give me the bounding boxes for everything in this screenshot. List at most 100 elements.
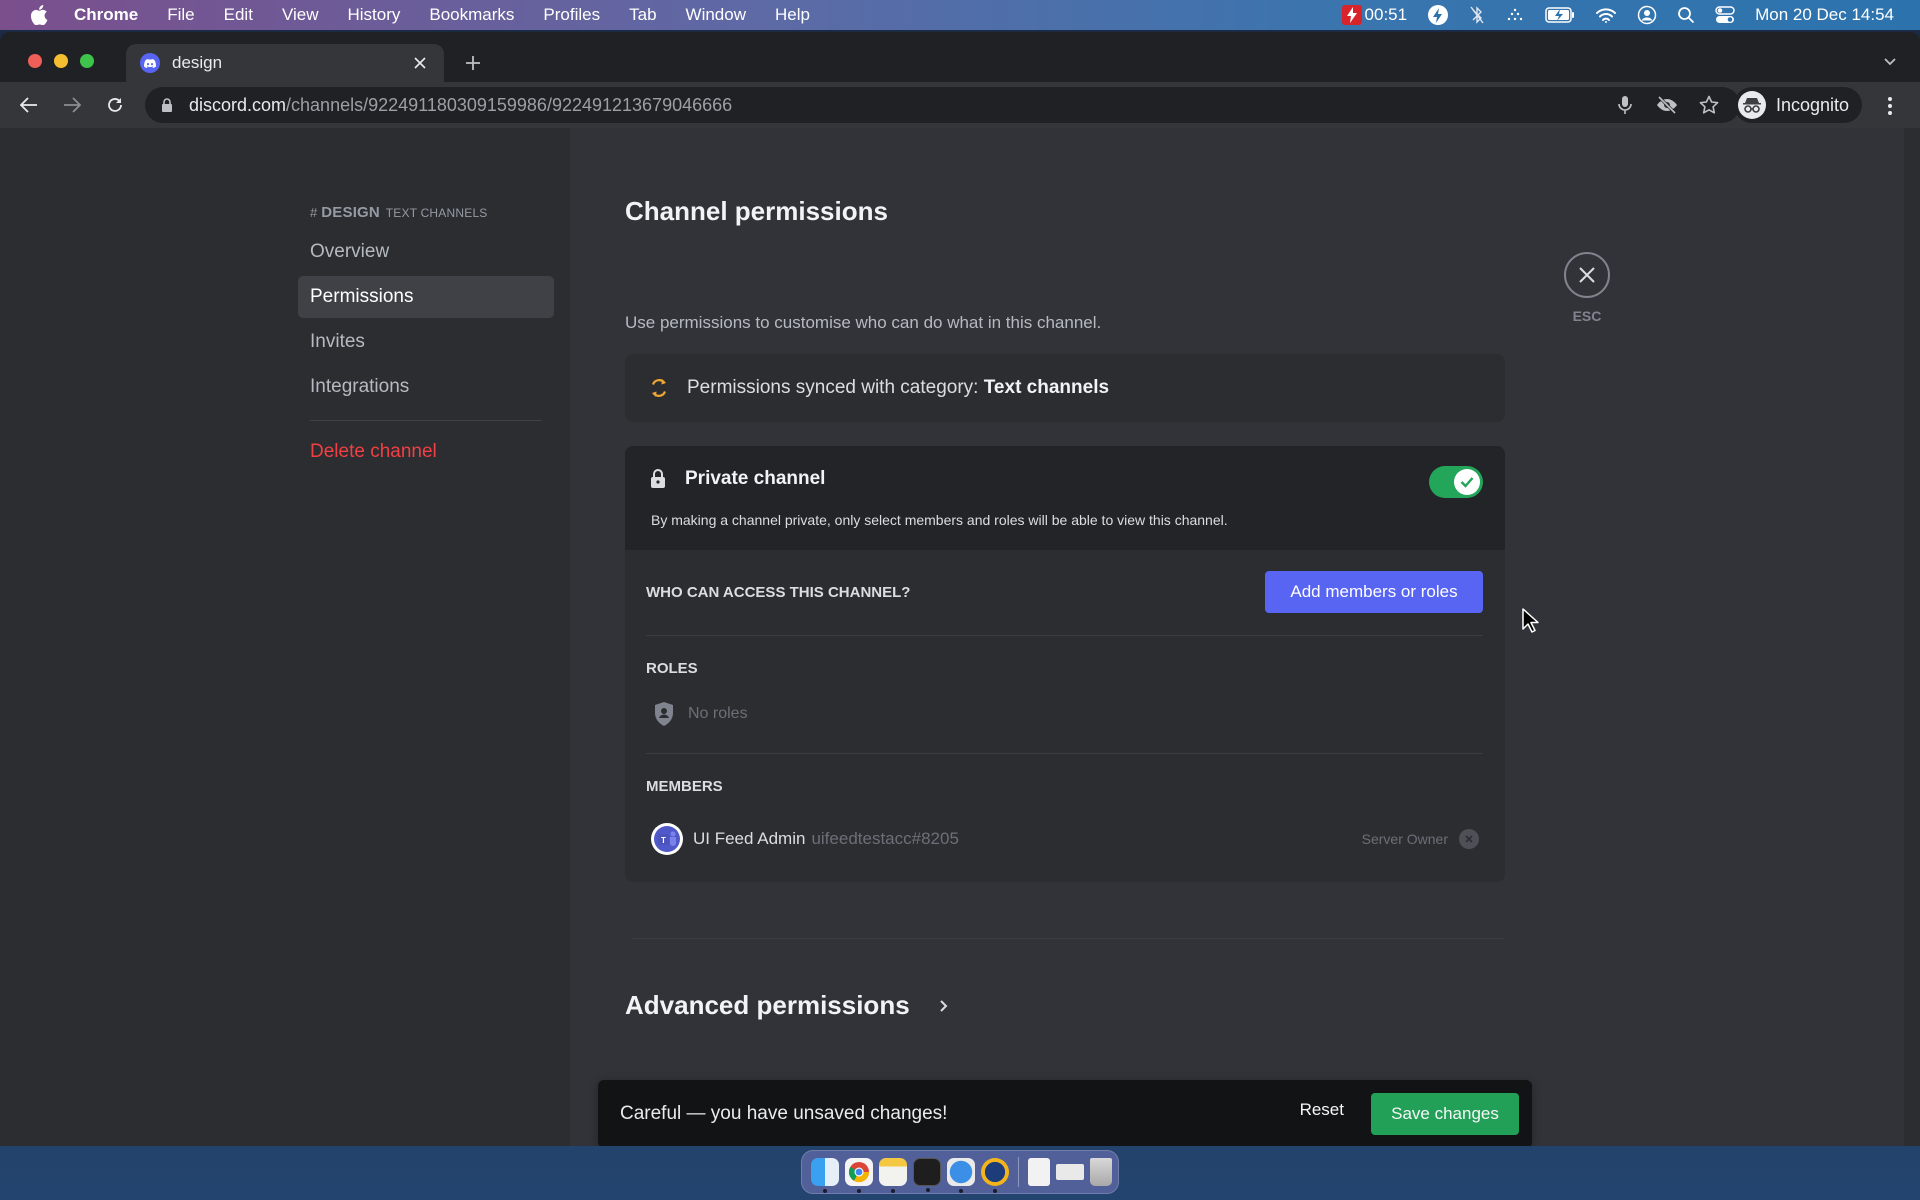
menu-file[interactable]: File <box>167 5 194 25</box>
incognito-icon <box>1738 91 1766 119</box>
zoom-window-button[interactable] <box>80 54 94 68</box>
tab-title: design <box>172 53 223 72</box>
url-text[interactable]: discord.com/channels/922491180309159986/… <box>189 95 732 116</box>
tab-search-chevron-icon[interactable] <box>1880 52 1900 72</box>
chrome-menu-kebab-icon[interactable] <box>1880 94 1900 118</box>
member-name: UI Feed Admin <box>693 829 806 848</box>
chevron-right-icon <box>936 998 952 1014</box>
wifi-icon[interactable] <box>1595 7 1617 23</box>
dots-icon[interactable] <box>1505 8 1525 22</box>
menu-bookmarks[interactable]: Bookmarks <box>429 5 514 25</box>
avatar: T <box>651 823 683 855</box>
sidebar-header: # DESIGN TEXT CHANNELS <box>298 204 554 221</box>
menu-profiles[interactable]: Profiles <box>543 5 600 25</box>
dock-terminal-icon[interactable] <box>913 1158 941 1192</box>
esc-label: ESC <box>1572 308 1602 324</box>
lock-icon[interactable] <box>161 97 175 113</box>
spotlight-search-icon[interactable] <box>1677 6 1695 24</box>
sidebar-item-overview[interactable]: Overview <box>298 231 554 273</box>
menu-edit[interactable]: Edit <box>224 5 253 25</box>
roles-section: ROLES No roles <box>646 636 1483 754</box>
close-settings[interactable]: ESC <box>1563 252 1611 324</box>
dock-bolt-app-icon[interactable] <box>981 1158 1009 1193</box>
advanced-permissions-toggle[interactable]: Advanced permissions <box>625 990 952 1021</box>
dock-trash-icon[interactable] <box>1090 1158 1112 1186</box>
microphone-icon[interactable] <box>1614 94 1636 116</box>
url-path: /channels/922491180309159986/92249121367… <box>286 94 733 115</box>
window-controls <box>28 54 94 68</box>
menu-app-name[interactable]: Chrome <box>74 5 138 25</box>
browser-tab-active[interactable]: design <box>126 44 444 82</box>
battery-charging-icon[interactable] <box>1545 7 1575 23</box>
dock-notes-icon[interactable] <box>879 1158 907 1193</box>
sync-icon <box>647 376 671 400</box>
dock-finder-icon[interactable] <box>811 1158 839 1193</box>
member-row[interactable]: T UI Feed Admin uifeedtestacc#8205 Serve… <box>651 822 1485 856</box>
scrollbar-track[interactable] <box>1904 128 1920 1146</box>
tracking-blocked-eye-icon[interactable] <box>1656 94 1678 116</box>
url-host: discord.com <box>189 94 287 115</box>
save-changes-button[interactable]: Save changes <box>1371 1093 1519 1135</box>
settings-content: Channel permissions Use permissions to c… <box>570 128 1920 1146</box>
menu-help[interactable]: Help <box>775 5 810 25</box>
private-channel-title: Private channel <box>685 468 826 489</box>
dock-file-icon[interactable] <box>1028 1158 1050 1186</box>
settings-nav: # DESIGN TEXT CHANNELS Overview Permissi… <box>298 204 554 476</box>
incognito-label: Incognito <box>1776 94 1850 115</box>
new-tab-icon[interactable] <box>462 52 484 74</box>
menu-history[interactable]: History <box>347 5 400 25</box>
dock-chrome-icon[interactable] <box>845 1158 873 1193</box>
minimize-window-button[interactable] <box>54 54 68 68</box>
close-window-button[interactable] <box>28 54 42 68</box>
dock-screenshot-icon[interactable] <box>1056 1164 1084 1180</box>
dock-safari-icon[interactable] <box>947 1158 975 1193</box>
control-center-icon[interactable] <box>1715 6 1735 24</box>
mouse-cursor-icon <box>1522 608 1539 633</box>
advanced-permissions-title: Advanced permissions <box>625 990 910 1020</box>
screen-recording-indicator[interactable]: 00:51 <box>1341 5 1408 25</box>
checkmark-icon <box>1454 469 1480 495</box>
browser-toolbar: discord.com/channels/922491180309159986/… <box>0 82 1920 128</box>
discord-channel-settings: # DESIGN TEXT CHANNELS Overview Permissi… <box>0 128 1920 1146</box>
dock-separator <box>1018 1157 1019 1187</box>
back-arrow-icon[interactable] <box>17 93 41 117</box>
bluetooth-off-icon[interactable] <box>1469 5 1485 25</box>
delete-channel-button[interactable]: Delete channel <box>298 431 554 473</box>
sync-text: Permissions synced with category: Text c… <box>687 377 1109 399</box>
private-channel-toggle[interactable] <box>1429 466 1483 498</box>
private-channel-header: Private channel By making a channel priv… <box>625 446 1505 550</box>
member-tag: uifeedtestacc#8205 <box>811 829 959 848</box>
incognito-profile-button[interactable]: Incognito <box>1734 87 1862 123</box>
recording-bolt-icon <box>1341 5 1362 25</box>
access-header-row: WHO CAN ACCESS THIS CHANNEL? Add members… <box>646 550 1483 636</box>
user-circle-icon[interactable] <box>1637 5 1657 25</box>
reload-icon[interactable] <box>103 93 127 117</box>
members-label: MEMBERS <box>646 778 723 795</box>
apple-menu-icon[interactable] <box>28 4 50 26</box>
settings-sidebar: # DESIGN TEXT CHANNELS Overview Permissi… <box>0 128 570 1146</box>
forward-arrow-icon[interactable] <box>60 93 84 117</box>
lock-icon <box>649 468 667 490</box>
server-owner-badge: Server Owner <box>1361 831 1448 847</box>
close-icon[interactable] <box>1564 252 1610 298</box>
menu-window[interactable]: Window <box>686 5 746 25</box>
menu-view[interactable]: View <box>282 5 319 25</box>
add-members-or-roles-button[interactable]: Add members or roles <box>1265 571 1483 613</box>
tab-strip: design <box>0 32 1920 82</box>
reset-button[interactable]: Reset <box>1300 1100 1344 1120</box>
recording-timer: 00:51 <box>1364 5 1408 24</box>
sidebar-item-invites[interactable]: Invites <box>298 321 554 363</box>
menubar-clock[interactable]: Mon 20 Dec 14:54 <box>1755 5 1894 25</box>
sync-prefix: Permissions synced with category: <box>687 377 984 398</box>
sidebar-item-integrations[interactable]: Integrations <box>298 366 554 408</box>
page-title: Channel permissions <box>625 196 888 226</box>
close-tab-icon[interactable] <box>410 53 430 73</box>
svg-text:T: T <box>661 836 666 845</box>
remove-member-icon[interactable] <box>1459 829 1479 849</box>
menu-tab[interactable]: Tab <box>629 5 656 25</box>
hash-icon: # <box>310 205 322 220</box>
sidebar-item-permissions[interactable]: Permissions <box>298 276 554 318</box>
bolt-app-icon[interactable] <box>1427 4 1449 26</box>
address-bar[interactable]: discord.com/channels/922491180309159986/… <box>145 87 1740 123</box>
bookmark-star-icon[interactable] <box>1698 94 1720 116</box>
